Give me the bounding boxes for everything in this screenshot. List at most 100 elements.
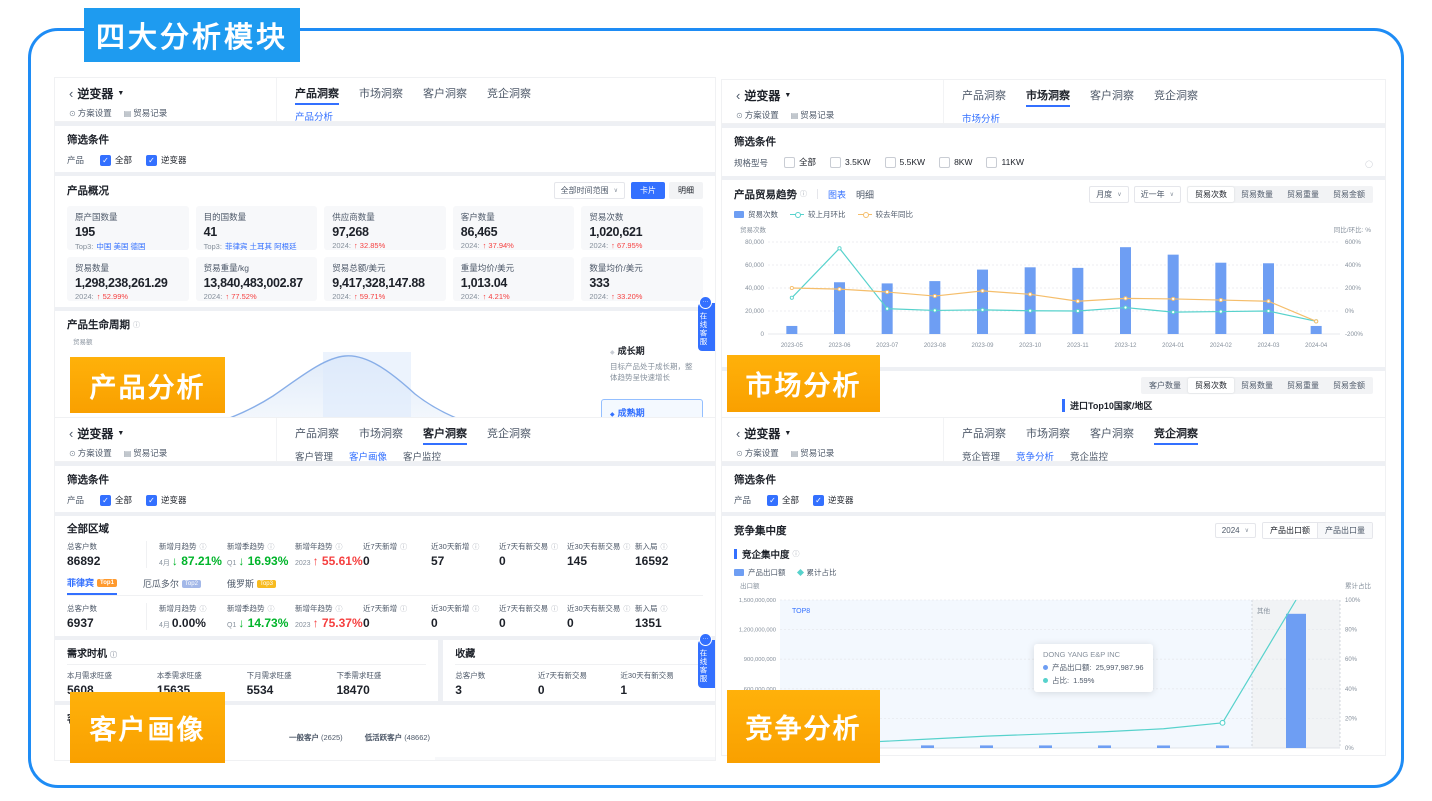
card-view-button[interactable]: 卡片 (631, 182, 665, 199)
export-amount-button[interactable]: 产品出口额 (1263, 523, 1317, 538)
filter-checkbox[interactable]: 8KW (939, 157, 972, 168)
export-volume-button[interactable]: 产品出口量 (1317, 523, 1372, 538)
filter-checkbox[interactable]: ✓逆变器 (146, 154, 187, 166)
period-select[interactable]: 月度∨ (1089, 186, 1128, 203)
info-icon[interactable]: ⓘ (200, 544, 207, 551)
filter-checkbox[interactable]: 11KW (986, 157, 1024, 168)
lifecycle-stage-card[interactable]: ◆成长期 目标产品处于成长期，整体趋势呈快速增长 (601, 337, 703, 391)
main-tab[interactable]: 竞企洞察 (487, 425, 531, 445)
filter-more-icon[interactable]: ◯ (1365, 160, 1373, 168)
info-icon[interactable]: ⓘ (623, 544, 630, 551)
filter-checkbox[interactable]: ✓逆变器 (146, 494, 187, 506)
info-icon[interactable]: ⓘ (110, 652, 117, 659)
info-icon[interactable]: ⓘ (623, 606, 630, 613)
info-icon[interactable]: ⓘ (268, 544, 275, 551)
metric-button[interactable]: 贸易金额 (1326, 378, 1372, 393)
country-tab[interactable]: 俄罗斯Top3 (227, 576, 276, 595)
plan-settings-link[interactable]: ⊙方案设置 (69, 447, 112, 459)
main-tab[interactable]: 产品洞察 (962, 87, 1006, 107)
back-icon[interactable]: ‹ (69, 426, 73, 441)
back-icon[interactable]: ‹ (69, 86, 73, 101)
metric-button[interactable]: 贸易金额 (1326, 187, 1372, 202)
main-tab[interactable]: 市场洞察 (1026, 87, 1070, 107)
info-icon[interactable]: ⓘ (268, 606, 275, 613)
back-icon[interactable]: ‹ (736, 426, 740, 441)
table-header[interactable]: 客户数 (531, 757, 583, 760)
filter-checkbox[interactable]: 5.5KW (885, 157, 926, 168)
table-header[interactable]: 各分层占比 (627, 757, 715, 760)
info-icon[interactable]: ⓘ (400, 606, 407, 613)
online-service-button[interactable]: ··· 在线客服 (698, 303, 715, 351)
trade-records-link[interactable]: ▤贸易记录 (791, 109, 835, 121)
info-icon[interactable]: ⓘ (472, 544, 479, 551)
metric-button[interactable]: 贸易次数 (1188, 378, 1234, 393)
main-tab[interactable]: 客户洞察 (423, 425, 467, 445)
metric-button[interactable]: 客户数量 (1142, 378, 1188, 393)
metric-button[interactable]: 贸易数量 (1234, 378, 1280, 393)
back-icon[interactable]: ‹ (736, 88, 740, 103)
year-select[interactable]: 2024∨ (1215, 523, 1256, 538)
product-title[interactable]: 逆变器 (744, 87, 780, 104)
main-tab[interactable]: 竞企洞察 (1154, 87, 1198, 107)
trade-records-link[interactable]: ▤贸易记录 (124, 107, 168, 119)
info-icon[interactable]: ⓘ (793, 549, 800, 559)
main-tab[interactable]: 产品洞察 (295, 425, 339, 445)
info-icon[interactable]: ⓘ (661, 606, 668, 613)
trade-records-link[interactable]: ▤贸易记录 (791, 447, 835, 459)
filter-checkbox[interactable]: ✓全部 (100, 494, 132, 506)
info-icon[interactable]: ⓘ (551, 544, 558, 551)
plan-settings-link[interactable]: ⊙方案设置 (69, 107, 112, 119)
filter-checkbox[interactable]: 全部 (784, 156, 816, 168)
trade-records-link[interactable]: ▤贸易记录 (124, 447, 168, 459)
filter-checkbox[interactable]: ✓逆变器 (813, 494, 854, 506)
chevron-down-icon[interactable]: ▼ (784, 430, 791, 437)
metric-button[interactable]: 贸易重量 (1280, 378, 1326, 393)
main-tab[interactable]: 市场洞察 (359, 85, 403, 105)
plan-settings-link[interactable]: ⊙方案设置 (736, 447, 779, 459)
online-service-button[interactable]: ··· 在线客服 (698, 640, 715, 688)
metric-button[interactable]: 贸易次数 (1188, 187, 1234, 202)
main-tab[interactable]: 客户洞察 (1090, 87, 1134, 107)
table-header[interactable]: 国家/地区 (435, 757, 531, 760)
main-tab[interactable]: 市场洞察 (1026, 425, 1070, 445)
main-tab[interactable]: 竞企洞察 (487, 85, 531, 105)
trade-trend-chart[interactable]: 80,000600%60,000400%40,000200%20,0000%0-… (734, 234, 1373, 356)
lifecycle-stage-card[interactable]: ◆成熟期 目标产品处于成熟期，整体趋势呈平稳增长 (601, 399, 703, 419)
info-icon[interactable]: ⓘ (133, 320, 140, 330)
main-tab[interactable]: 客户洞察 (1090, 425, 1134, 445)
metric-button[interactable]: 贸易重量 (1280, 187, 1326, 202)
plan-settings-link[interactable]: ⊙方案设置 (736, 109, 779, 121)
detail-view-tab[interactable]: 明细 (856, 188, 874, 201)
filter-checkbox[interactable]: ✓全部 (100, 154, 132, 166)
range-select[interactable]: 近一年∨ (1134, 186, 1181, 203)
info-icon[interactable]: ⓘ (661, 544, 668, 551)
layer-legend-item[interactable]: 低活跃客户(48662) (357, 732, 430, 743)
info-icon[interactable]: ⓘ (551, 606, 558, 613)
chevron-down-icon[interactable]: ▼ (117, 430, 124, 437)
table-header[interactable]: 占比 (583, 757, 627, 760)
main-tab[interactable]: 产品洞察 (295, 85, 339, 105)
metric-button[interactable]: 贸易数量 (1234, 187, 1280, 202)
info-icon[interactable]: ⓘ (336, 544, 343, 551)
country-tab[interactable]: 厄瓜多尔Top2 (143, 576, 201, 595)
main-tab[interactable]: 客户洞察 (423, 85, 467, 105)
chevron-down-icon[interactable]: ▼ (784, 92, 791, 99)
detail-view-button[interactable]: 明细 (669, 182, 703, 199)
time-range-select[interactable]: 全部时间范围∨ (554, 182, 625, 199)
chevron-down-icon[interactable]: ▼ (117, 90, 124, 97)
main-tab[interactable]: 产品洞察 (962, 425, 1006, 445)
info-icon[interactable]: ⓘ (336, 606, 343, 613)
product-title[interactable]: 逆变器 (77, 425, 113, 442)
info-icon[interactable]: ⓘ (200, 606, 207, 613)
product-title[interactable]: 逆变器 (77, 85, 113, 102)
main-tab[interactable]: 市场洞察 (359, 425, 403, 445)
layer-legend-item[interactable]: 一般客户(2625) (281, 732, 343, 743)
country-tab[interactable]: 菲律宾Top1 (67, 576, 117, 595)
info-icon[interactable]: ⓘ (472, 606, 479, 613)
chart-view-tab[interactable]: 图表 (828, 188, 846, 201)
main-tab[interactable]: 竞企洞察 (1154, 425, 1198, 445)
product-title[interactable]: 逆变器 (744, 425, 780, 442)
filter-checkbox[interactable]: 3.5KW (830, 157, 871, 168)
info-icon[interactable]: ⓘ (400, 544, 407, 551)
filter-checkbox[interactable]: ✓全部 (767, 494, 799, 506)
